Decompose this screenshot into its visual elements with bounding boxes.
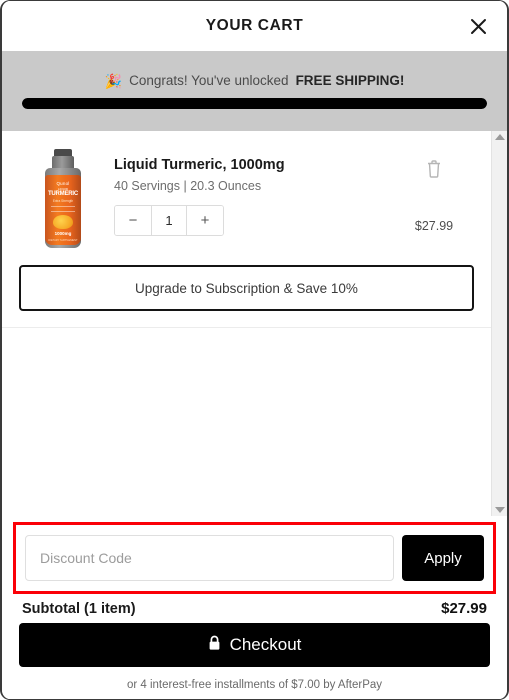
thumb-brand: Qunol (56, 181, 70, 186)
subtotal-label: Subtotal (1 item) (22, 601, 136, 617)
items-divider (2, 327, 491, 328)
product-actions: $27.99 (395, 147, 473, 251)
product-meta: 40 Servings | 20.3 Ounces (114, 179, 262, 194)
product-thumbnail[interactable]: Qunol LIQUID TURMERIC Extra Strength 100… (20, 147, 106, 251)
shipping-message-prefix: Congrats! You've unlocked (129, 73, 289, 88)
product-info: Liquid Turmeric, 1000mg 40 Servings | 20… (106, 147, 395, 237)
quantity-decrease-button[interactable]: − (115, 206, 151, 236)
subtotal-row: Subtotal (1 item) $27.99 (2, 594, 507, 617)
thumb-mg: 1000mg (54, 231, 72, 236)
page-title: YOUR CART (205, 17, 304, 34)
shipping-progress-track (22, 98, 487, 109)
chevron-down-icon[interactable] (494, 507, 505, 513)
subtotal-value: $27.99 (441, 600, 487, 617)
cart-items-list: Qunol LIQUID TURMERIC Extra Strength 100… (2, 131, 491, 516)
cart-footer: Apply Subtotal (1 item) $27.99 Checkout … (2, 516, 507, 699)
shipping-progress-fill (22, 98, 487, 109)
cart-header: YOUR CART (2, 1, 507, 51)
thumb-flavor: Extra Strength (52, 199, 74, 203)
party-popper-icon: 🎉 (104, 72, 123, 89)
cart-line-item: Qunol LIQUID TURMERIC Extra Strength 100… (2, 131, 491, 251)
chevron-up-icon[interactable] (494, 134, 505, 140)
product-price: $27.99 (414, 219, 454, 233)
free-shipping-banner: 🎉 Congrats! You've unlocked FREE SHIPPIN… (2, 51, 507, 131)
quantity-value[interactable]: 1 (151, 206, 187, 236)
close-button[interactable] (465, 13, 491, 39)
apply-discount-button[interactable]: Apply (402, 535, 484, 581)
shipping-message-highlight: FREE SHIPPING! (295, 73, 405, 88)
quantity-stepper[interactable]: − 1 + (114, 205, 224, 237)
discount-code-section: Apply (13, 522, 496, 594)
cart-scrollbar[interactable] (491, 131, 507, 516)
shipping-message: 🎉 Congrats! You've unlocked FREE SHIPPIN… (105, 73, 405, 88)
quantity-increase-button[interactable]: + (187, 206, 223, 236)
discount-code-input[interactable] (25, 535, 394, 581)
cart-body: Qunol LIQUID TURMERIC Extra Strength 100… (2, 131, 507, 516)
afterpay-note: or 4 interest-free installments of $7.00… (126, 679, 383, 691)
remove-item-button[interactable] (424, 157, 444, 183)
product-bottle-image: Qunol LIQUID TURMERIC Extra Strength 100… (43, 149, 83, 249)
thumb-foot: DIETARY SUPPLEMENT (48, 239, 78, 242)
upgrade-subscription-button[interactable]: Upgrade to Subscription & Save 10% (19, 265, 474, 311)
close-icon (470, 18, 487, 35)
checkout-label: Checkout (229, 635, 302, 654)
thumb-name: TURMERIC (47, 191, 79, 197)
lock-icon (208, 635, 221, 656)
trash-icon (426, 159, 442, 181)
product-title[interactable]: Liquid Turmeric, 1000mg (114, 157, 395, 174)
cart-drawer: YOUR CART 🎉 Congrats! You've unlocked FR… (0, 0, 509, 700)
checkout-button[interactable]: Checkout (19, 623, 490, 667)
